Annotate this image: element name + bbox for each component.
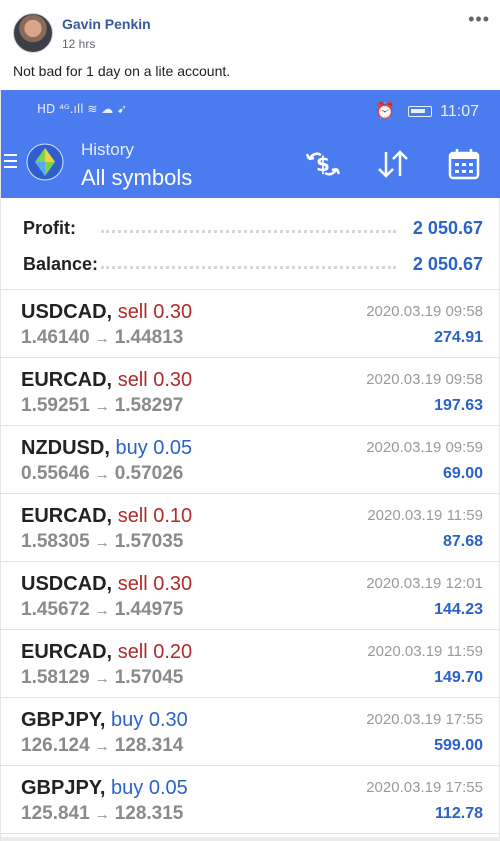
balance-row: Balance: 2 050.67: [1, 250, 500, 280]
profit-label: Profit:: [23, 218, 76, 238]
post-text: Not bad for 1 day on a lite account.: [13, 63, 231, 79]
dotted-leader: [101, 266, 396, 269]
close-price: 1.57045: [114, 667, 184, 688]
post-author-name[interactable]: Gavin Penkin: [62, 16, 151, 32]
trade-symbol: EURCAD,: [21, 369, 113, 391]
trade-datetime: 2020.03.19 09:59: [366, 439, 483, 456]
status-bar: HD ⁴ᴳ.ıll ≋ ☁ ➹ ⏰ 11:07: [1, 90, 500, 130]
trade-symbol: GBPJPY,: [21, 709, 106, 731]
close-price: 1.44975: [114, 599, 184, 620]
open-price: 126.124: [21, 735, 90, 756]
open-price: 125.841: [21, 803, 90, 824]
trade-row[interactable]: USDCAD, sell 0.30 1.45672 → 1.44975 2020.0…: [1, 562, 500, 630]
close-price: 1.58297: [114, 395, 184, 416]
trade-side-volume: sell 0.30: [117, 301, 193, 323]
currency-swap-icon[interactable]: $: [303, 146, 343, 182]
balance-label: Balance:: [23, 254, 99, 274]
trade-row[interactable]: USDCAD, sell 0.30 1.46140 → 1.44813 2020.0…: [1, 290, 500, 358]
more-options-icon[interactable]: •••: [468, 9, 490, 30]
screen-title: History: [81, 140, 134, 159]
facebook-post-header: Gavin Penkin 12 hrs ••• Not bad for 1 da…: [0, 0, 500, 90]
trade-profit: 87.68: [442, 533, 483, 550]
trade-profit: 197.63: [434, 397, 483, 414]
right-arrow-icon: →: [94, 670, 110, 687]
trade-side-volume: sell 0.20: [117, 641, 193, 663]
open-price: 0.55646: [21, 463, 90, 484]
trade-profit: 274.91: [434, 329, 483, 346]
trade-side-volume: sell 0.30: [117, 573, 193, 595]
open-price: 1.59251: [21, 395, 90, 416]
trade-row[interactable]: GBPJPY, buy 0.05 125.841 → 128.315 2020.03…: [1, 766, 500, 834]
open-price: 1.45672: [21, 599, 90, 620]
trade-row[interactable]: EURCAD, sell 0.10 1.58305 → 1.57035 2020.0…: [1, 494, 500, 562]
svg-text:$: $: [316, 152, 330, 176]
menu-icon[interactable]: [4, 154, 17, 172]
calendar-icon[interactable]: [444, 146, 484, 182]
right-arrow-icon: →: [94, 398, 110, 415]
trade-profit: 112.78: [434, 805, 483, 822]
trade-symbol: EURCAD,: [21, 505, 113, 527]
close-price: 128.314: [114, 735, 184, 756]
right-arrow-icon: →: [94, 602, 110, 619]
right-arrow-icon: →: [94, 738, 110, 755]
trade-symbol: USDCAD,: [21, 301, 113, 323]
trade-side-volume: buy 0.30: [111, 709, 188, 731]
trade-side-volume: sell 0.10: [117, 505, 193, 527]
open-price: 1.58129: [21, 667, 90, 688]
trade-row[interactable]: NZDUSD, buy 0.05 0.55646 → 0.57026 2020.03…: [1, 426, 500, 494]
trade-symbol: USDCAD,: [21, 573, 113, 595]
trade-datetime: 2020.03.19 12:01: [366, 575, 483, 592]
status-indicators: HD ⁴ᴳ.ıll ≋ ☁ ➹: [37, 102, 128, 116]
metatrader-logo-icon: [26, 143, 64, 181]
trade-side-volume: buy 0.05: [115, 437, 193, 459]
sort-icon[interactable]: [373, 146, 413, 182]
trade-profit: 149.70: [434, 669, 483, 686]
right-arrow-icon: →: [94, 330, 110, 347]
avatar[interactable]: [13, 13, 53, 53]
trade-symbol: GBPJPY,: [21, 777, 106, 799]
trade-symbol: NZDUSD,: [21, 437, 110, 459]
trade-datetime: 2020.03.19 11:59: [367, 643, 483, 660]
right-arrow-icon: →: [94, 466, 110, 483]
account-summary: Profit: 2 050.67 Balance: 2 050.67: [1, 198, 500, 290]
trade-datetime: 2020.03.19 17:55: [366, 779, 483, 796]
phone-screenshot: HD ⁴ᴳ.ıll ≋ ☁ ➹ ⏰ 11:07 History All symb…: [0, 90, 500, 841]
alarm-icon: ⏰: [375, 103, 396, 120]
trade-datetime: 2020.03.19 17:55: [366, 711, 483, 728]
balance-value: 2 050.67: [412, 254, 483, 274]
trade-row[interactable]: GBPJPY, buy 0.30 126.124 → 128.314 2020.03…: [1, 698, 500, 766]
trade-datetime: 2020.03.19 09:58: [366, 371, 483, 388]
profit-row: Profit: 2 050.67: [1, 214, 500, 244]
trade-profit: 599.00: [434, 737, 483, 754]
trade-side-volume: sell 0.30: [117, 369, 193, 391]
right-arrow-icon: →: [94, 806, 110, 823]
open-price: 1.46140: [21, 327, 90, 348]
open-price: 1.58305: [21, 531, 90, 552]
trade-row[interactable]: EURCAD, sell 0.30 1.59251 → 1.58297 2020.0…: [1, 358, 500, 426]
trade-side-volume: buy 0.05: [111, 777, 188, 799]
close-price: 1.44813: [114, 327, 184, 348]
app-bar: HD ⁴ᴳ.ıll ≋ ☁ ➹ ⏰ 11:07 History All symb…: [1, 90, 500, 198]
bottom-divider: [1, 837, 500, 841]
trade-profit: 144.23: [434, 601, 483, 618]
trade-row[interactable]: EURCAD, sell 0.20 1.58129 → 1.57045 2020.0…: [1, 630, 500, 698]
close-price: 0.57026: [114, 463, 184, 484]
trade-datetime: 2020.03.19 11:59: [367, 507, 483, 524]
battery-icon: [407, 106, 432, 118]
trade-symbol: EURCAD,: [21, 641, 113, 663]
symbol-filter[interactable]: All symbols: [81, 165, 192, 191]
profit-value: 2 050.67: [412, 218, 483, 238]
post-timestamp[interactable]: 12 hrs: [62, 37, 95, 51]
trade-profit: 69.00: [442, 465, 483, 482]
status-right: ⏰ 11:07: [375, 101, 479, 121]
close-price: 1.57035: [114, 531, 184, 552]
right-arrow-icon: →: [94, 534, 110, 551]
status-clock: 11:07: [440, 103, 479, 120]
dotted-leader: [101, 230, 396, 233]
close-price: 128.315: [114, 803, 184, 824]
trade-datetime: 2020.03.19 09:58: [366, 303, 483, 320]
